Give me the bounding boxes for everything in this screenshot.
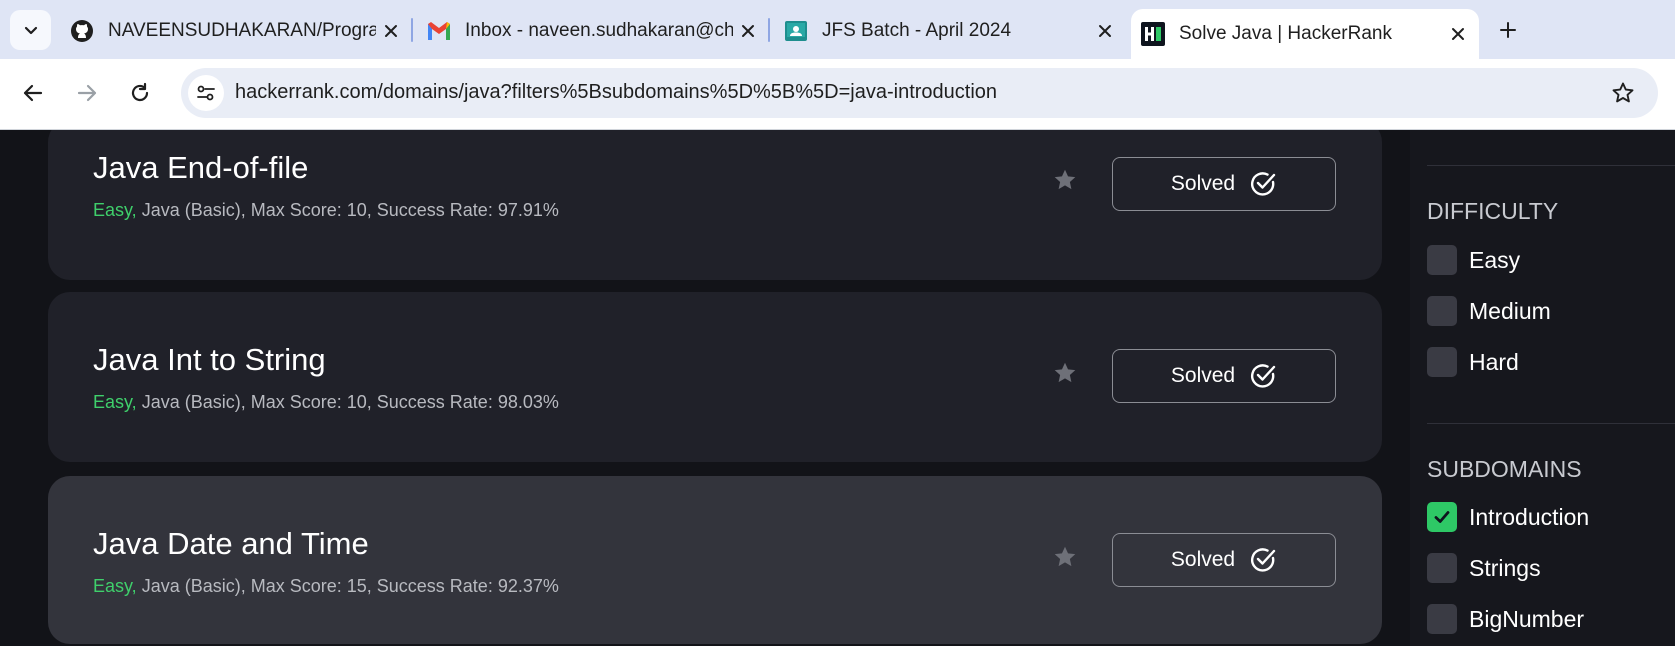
address-bar[interactable]: hackerrank.com/domains/java?filters%5Bsu… — [181, 68, 1658, 118]
challenge-card[interactable]: Java Date and Time Easy, Java (Basic), M… — [48, 476, 1382, 644]
difficulty-label: Easy, — [93, 200, 137, 220]
tab-separator — [411, 18, 413, 42]
bookmark-star-icon[interactable] — [1048, 540, 1082, 574]
close-icon[interactable] — [376, 16, 406, 46]
site-info-button[interactable] — [188, 75, 224, 111]
challenge-meta: Easy, Java (Basic), Max Score: 15, Succe… — [93, 576, 559, 597]
check-circle-icon — [1251, 548, 1276, 572]
checkbox-label[interactable]: Hard — [1469, 349, 1519, 376]
plus-icon — [1500, 22, 1516, 38]
filter-sidebar: DIFFICULTY Easy Medium Hard SUBDOMAINS I… — [1410, 130, 1675, 646]
challenge-title[interactable]: Java Int to String — [93, 342, 326, 378]
classroom-icon — [784, 19, 808, 43]
browser-toolbar: hackerrank.com/domains/java?filters%5Bsu… — [0, 59, 1675, 130]
challenge-details: Java (Basic), Max Score: 10, Success Rat… — [136, 392, 559, 412]
tab-title: Inbox - naveen.sudhakaran@ch — [465, 20, 733, 41]
subdomains-heading: SUBDOMAINS — [1427, 456, 1582, 482]
difficulty-heading: DIFFICULTY — [1427, 198, 1559, 224]
check-icon — [1434, 511, 1450, 523]
close-icon[interactable] — [1090, 16, 1120, 46]
checkbox-label[interactable]: Introduction — [1469, 504, 1589, 531]
filter-hard[interactable]: Hard — [1427, 346, 1519, 378]
challenge-details: Java (Basic), Max Score: 15, Success Rat… — [136, 576, 559, 596]
tab-title: JFS Batch - April 2024 — [822, 20, 1012, 41]
arrow-right-icon — [77, 84, 97, 102]
checkbox[interactable] — [1427, 245, 1457, 275]
checkbox[interactable] — [1427, 553, 1457, 583]
browser-tab-strip: NAVEENSUDHAKARAN/Program Inbox - naveen.… — [0, 0, 1675, 59]
difficulty-label: Easy, — [93, 392, 137, 412]
new-tab-button[interactable] — [1491, 13, 1525, 47]
challenge-card[interactable]: Java End-of-file Easy, Java (Basic), Max… — [48, 130, 1382, 280]
solved-label: Solved — [1170, 548, 1236, 571]
solved-label: Solved — [1170, 364, 1236, 387]
filter-medium[interactable]: Medium — [1427, 295, 1551, 327]
challenge-title[interactable]: Java Date and Time — [93, 526, 369, 562]
checkbox[interactable] — [1427, 347, 1457, 377]
star-outline-icon — [1612, 82, 1634, 103]
tab-gmail[interactable]: Inbox - naveen.sudhakaran@ch — [417, 10, 769, 52]
forward-button[interactable] — [70, 76, 104, 110]
checkbox-label[interactable]: BigNumber — [1469, 606, 1584, 633]
bookmark-star-icon[interactable] — [1048, 163, 1082, 197]
check-circle-icon — [1251, 172, 1276, 196]
check-circle-icon — [1251, 364, 1276, 388]
tab-hackerrank[interactable]: Solve Java | HackerRank — [1131, 9, 1479, 59]
close-icon[interactable] — [733, 16, 763, 46]
divider — [1427, 423, 1675, 424]
challenge-details: Java (Basic), Max Score: 10, Success Rat… — [136, 200, 559, 220]
challenge-list: Java End-of-file Easy, Java (Basic), Max… — [0, 130, 1410, 646]
tab-separator — [768, 18, 770, 42]
gmail-icon — [427, 19, 451, 43]
challenge-meta: Easy, Java (Basic), Max Score: 10, Succe… — [93, 200, 559, 221]
checkbox-label[interactable]: Medium — [1469, 298, 1551, 325]
challenge-meta: Easy, Java (Basic), Max Score: 10, Succe… — [93, 392, 559, 413]
challenge-card[interactable]: Java Int to String Easy, Java (Basic), M… — [48, 292, 1382, 462]
reload-icon — [131, 82, 149, 102]
solved-button[interactable]: Solved — [1112, 533, 1336, 587]
close-icon[interactable] — [1443, 19, 1473, 49]
back-button[interactable] — [16, 76, 50, 110]
solved-label: Solved — [1170, 172, 1236, 195]
filter-strings[interactable]: Strings — [1427, 552, 1541, 584]
bookmark-star-icon[interactable] — [1048, 356, 1082, 390]
bookmark-button[interactable] — [1608, 78, 1638, 108]
reload-button[interactable] — [123, 76, 157, 110]
checkbox[interactable] — [1427, 604, 1457, 634]
checkbox-label[interactable]: Easy — [1469, 247, 1520, 274]
tab-title: Solve Java | HackerRank — [1179, 23, 1392, 44]
url-text[interactable]: hackerrank.com/domains/java?filters%5Bsu… — [235, 81, 997, 104]
checkbox[interactable] — [1427, 296, 1457, 326]
page-content: Java End-of-file Easy, Java (Basic), Max… — [0, 130, 1675, 646]
tab-github[interactable]: NAVEENSUDHAKARAN/Program — [60, 10, 412, 52]
filter-easy[interactable]: Easy — [1427, 244, 1520, 276]
chevron-down-icon — [24, 26, 37, 35]
solved-button[interactable]: Solved — [1112, 349, 1336, 403]
tab-classroom[interactable]: JFS Batch - April 2024 — [774, 10, 1126, 52]
github-icon — [70, 19, 94, 43]
checkbox-label[interactable]: Strings — [1469, 555, 1541, 582]
filter-bignumber[interactable]: BigNumber — [1427, 603, 1584, 635]
arrow-left-icon — [23, 84, 43, 102]
tab-search-button[interactable] — [10, 10, 51, 50]
solved-button[interactable]: Solved — [1112, 157, 1336, 211]
divider — [1427, 165, 1675, 166]
difficulty-label: Easy, — [93, 576, 137, 596]
tune-icon — [197, 85, 215, 101]
challenge-title[interactable]: Java End-of-file — [93, 150, 308, 186]
filter-introduction[interactable]: Introduction — [1427, 501, 1589, 533]
hackerrank-icon — [1141, 22, 1165, 46]
tab-title: NAVEENSUDHAKARAN/Program — [108, 20, 376, 41]
checkbox-checked[interactable] — [1427, 502, 1457, 532]
